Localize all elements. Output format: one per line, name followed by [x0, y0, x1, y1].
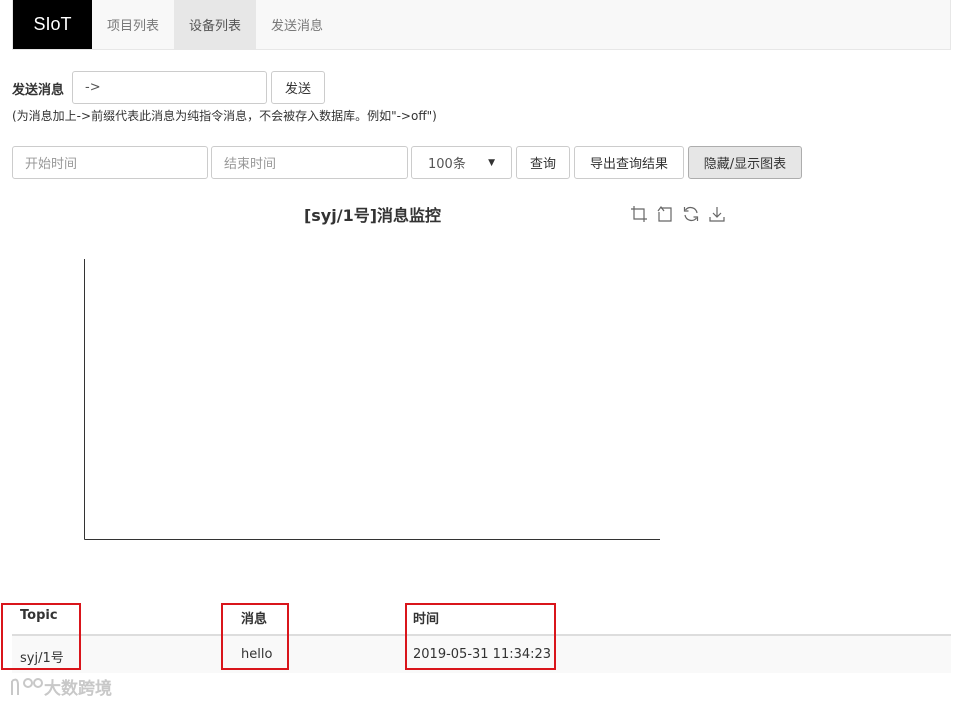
send-message-label: 发送消息 — [12, 83, 65, 98]
brand-logo[interactable]: SIoT — [13, 0, 92, 49]
watermark: 大数跨境 — [8, 674, 112, 699]
annotation-box-time — [405, 603, 556, 670]
start-time-input[interactable]: 开始时间 — [12, 146, 208, 179]
nav-item-device-list[interactable]: 设备列表 — [174, 0, 257, 49]
chevron-down-icon: ▼ — [488, 157, 495, 168]
limit-select[interactable]: 100条 ▼ — [411, 146, 512, 179]
top-navbar: SIoT 项目列表 设备列表 发送消息 — [12, 0, 951, 50]
query-button[interactable]: 查询 — [516, 146, 570, 179]
toggle-chart-button[interactable]: 隐藏/显示图表 — [688, 146, 802, 179]
limit-select-value: 100条 — [428, 157, 466, 172]
annotation-box-topic — [1, 603, 81, 670]
export-button[interactable]: 导出查询结果 — [574, 146, 684, 179]
send-hint-text: (为消息加上->前缀代表此消息为纯指令消息，不会被存入数据库。例如"->off"… — [12, 109, 437, 123]
nav-item-send-message[interactable]: 发送消息 — [256, 0, 338, 49]
save-image-icon[interactable] — [708, 205, 726, 223]
end-time-placeholder: 结束时间 — [224, 157, 277, 172]
chart-plot-area — [84, 259, 660, 540]
end-time-input[interactable]: 结束时间 — [211, 146, 408, 179]
watermark-logo-icon — [11, 677, 43, 695]
send-button[interactable]: 发送 — [271, 71, 325, 104]
start-time-placeholder: 开始时间 — [25, 157, 78, 172]
message-input[interactable] — [72, 71, 267, 104]
restore-icon[interactable] — [682, 205, 700, 223]
watermark-text: 大数跨境 — [44, 679, 112, 699]
zoom-icon[interactable] — [630, 205, 648, 223]
nav-item-project-list[interactable]: 项目列表 — [92, 0, 174, 49]
zoom-reset-icon[interactable] — [656, 205, 674, 223]
annotation-box-message — [221, 603, 289, 670]
